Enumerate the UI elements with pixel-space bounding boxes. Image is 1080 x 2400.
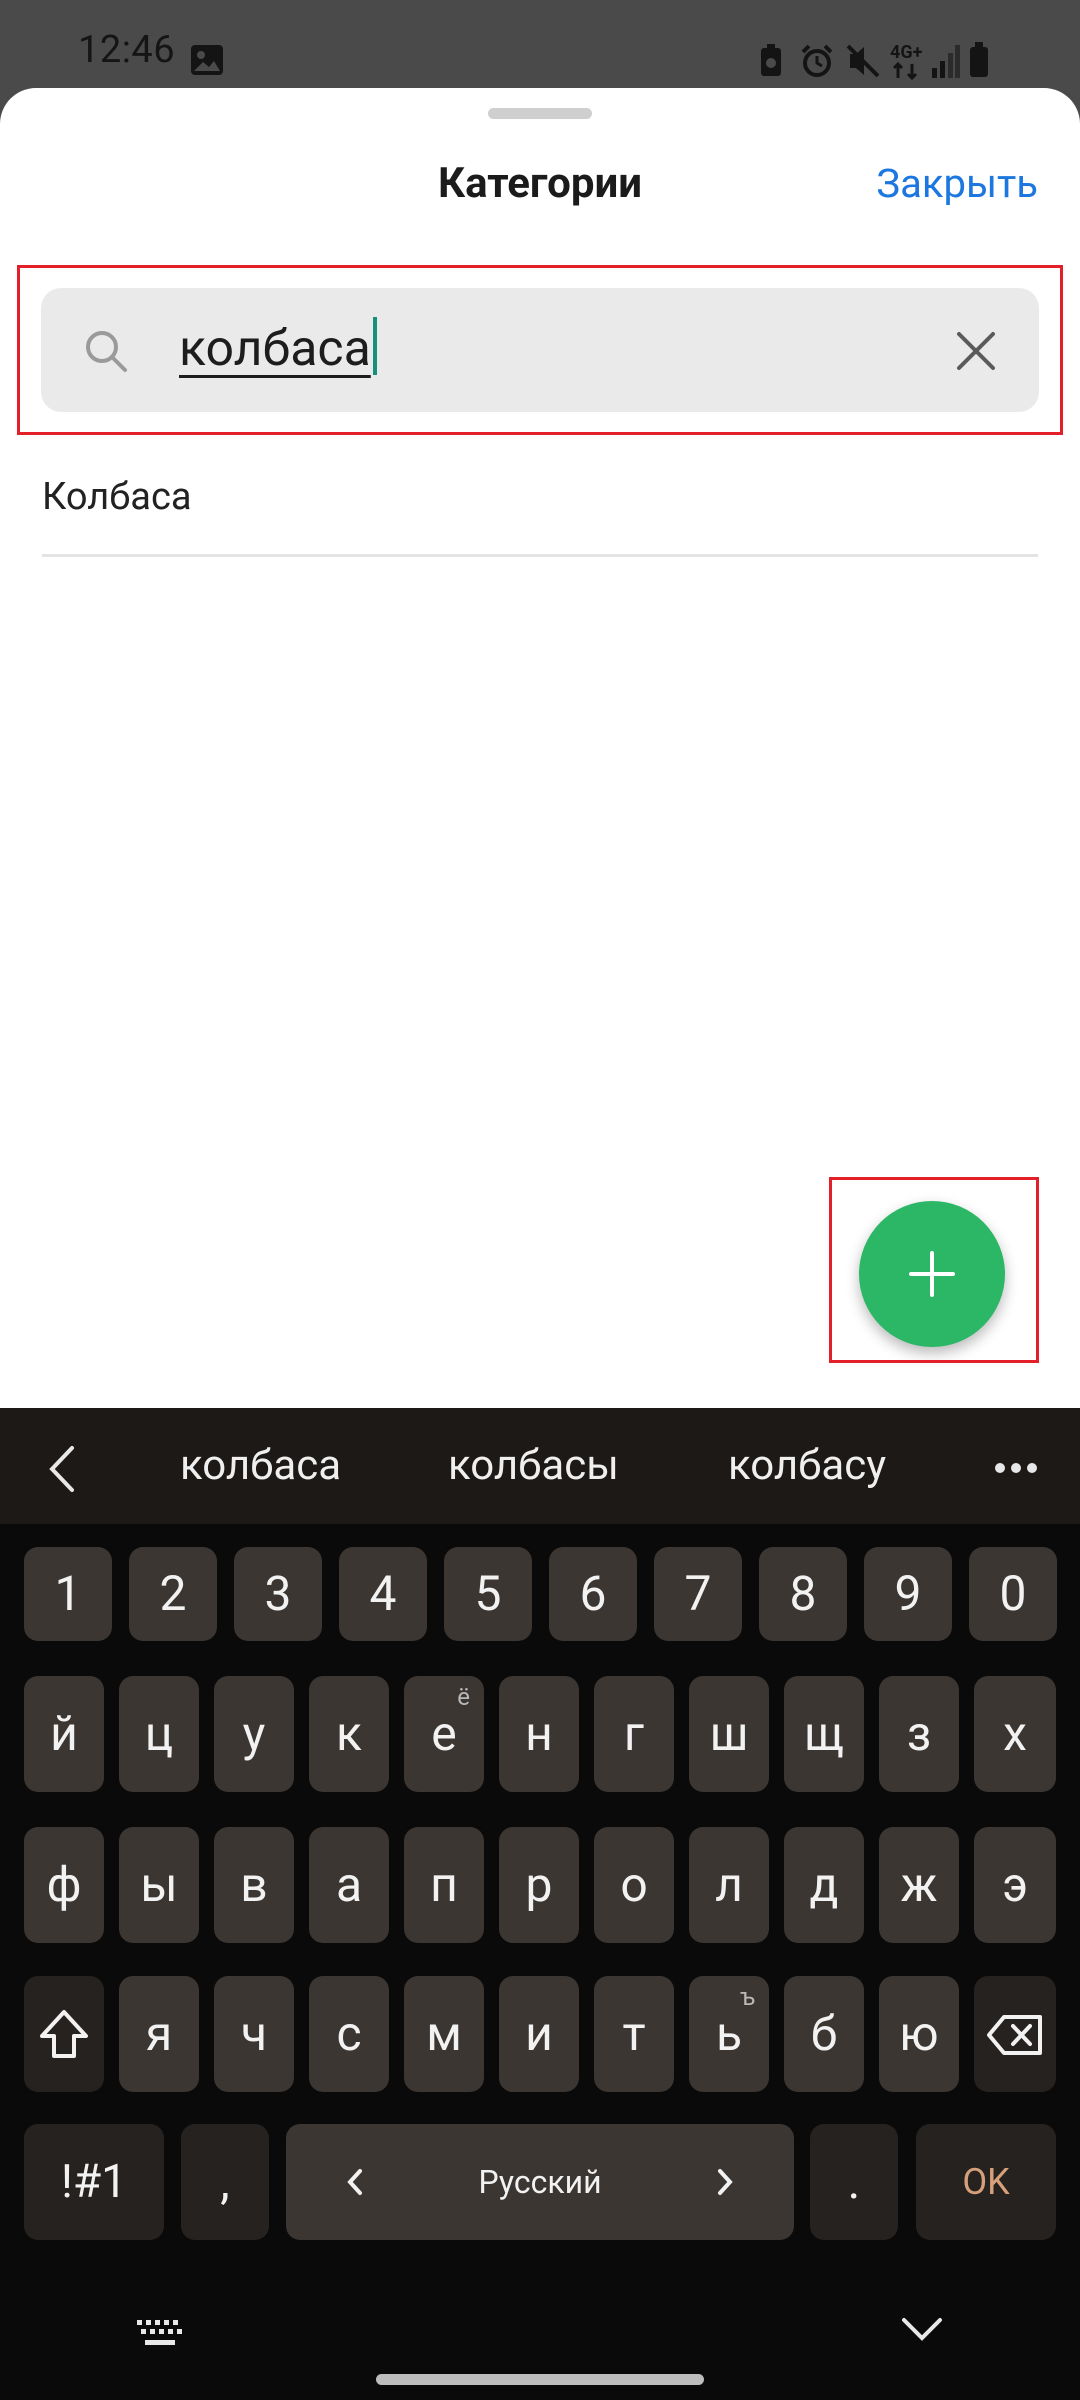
key-т[interactable]: т [594,1976,674,2092]
list-item[interactable]: Колбаса [42,473,1038,557]
key-л[interactable]: л [689,1827,769,1943]
list-item-label: Колбаса [42,475,192,519]
suggestion-2[interactable]: колбасы [448,1440,619,1492]
key-ц[interactable]: ц [119,1676,199,1792]
key-н[interactable]: н [499,1676,579,1792]
key-а[interactable]: а [309,1827,389,1943]
key-ь-alt-label: ъ [740,1983,755,2011]
shift-icon [40,2010,88,2058]
key-6[interactable]: 6 [549,1547,637,1641]
status-time: 12:46 [78,28,176,72]
comma-key[interactable]: , [181,2124,269,2240]
battery-saver-icon [761,44,781,76]
ok-key[interactable]: OK [916,2124,1056,2240]
key-х[interactable]: х [974,1676,1056,1792]
key-ь[interactable]: ь ъ [689,1976,769,2092]
status-bar: 12:46 4G+ [0,0,1080,88]
search-input-value: колбаса [179,320,371,378]
vibrate-off-icon [846,44,880,78]
close-button[interactable]: Закрыть [876,160,1038,208]
key-5[interactable]: 5 [444,1547,532,1641]
key-к[interactable]: к [309,1676,389,1792]
key-ю[interactable]: ю [879,1976,959,2092]
key-з[interactable]: з [879,1676,959,1792]
suggestion-bar: колбаса колбасы колбасу [0,1408,1080,1524]
key-ь-label: ь [715,2005,743,2062]
space-key-label: Русский [478,2163,602,2201]
key-о[interactable]: о [594,1827,674,1943]
key-е-label: е [431,1705,457,1762]
plus-icon [909,1251,955,1297]
status-icons: 4G+ [730,0,1080,88]
key-е[interactable]: е ё [404,1676,484,1792]
chevron-left-small-icon [347,2169,362,2195]
suggestion-1[interactable]: колбаса [180,1440,341,1492]
key-б[interactable]: б [784,1976,864,2092]
key-7[interactable]: 7 [654,1547,742,1641]
add-category-button[interactable] [859,1201,1005,1347]
key-в[interactable]: в [214,1827,294,1943]
key-и[interactable]: и [499,1976,579,2092]
chevron-down-icon[interactable] [900,2316,944,2344]
symbols-key[interactable]: !#1 [24,2124,164,2240]
key-9[interactable]: 9 [864,1547,952,1641]
key-ч[interactable]: ч [214,1976,294,2092]
search-icon [86,331,127,372]
more-icon[interactable] [994,1462,1038,1474]
key-ж[interactable]: ж [879,1827,959,1943]
key-э[interactable]: э [974,1827,1056,1943]
key-щ[interactable]: щ [784,1676,864,1792]
key-д[interactable]: д [784,1827,864,1943]
clear-icon[interactable] [953,328,999,374]
key-4[interactable]: 4 [339,1547,427,1641]
keyboard: колбаса колбасы колбасу 1 2 3 4 5 6 7 8 … [0,1408,1080,2400]
keyboard-icon[interactable] [135,2318,185,2348]
shift-key[interactable] [24,1976,104,2092]
battery-icon [970,42,988,77]
key-3[interactable]: 3 [234,1547,322,1641]
text-cursor [372,317,377,375]
search-field[interactable]: колбаса [41,288,1039,412]
backspace-icon [987,2015,1042,2055]
key-у[interactable]: у [214,1676,294,1792]
period-key[interactable]: . [810,2124,898,2240]
drag-handle[interactable] [488,108,592,119]
key-1[interactable]: 1 [24,1547,112,1641]
gallery-notification-icon [191,45,223,75]
data-arrows-icon [892,62,918,80]
gesture-bar[interactable] [376,2374,704,2385]
key-ы[interactable]: ы [119,1827,199,1943]
alarm-icon [801,44,833,77]
key-м[interactable]: м [404,1976,484,2092]
key-я[interactable]: я [119,1976,199,2092]
signal-icon [932,45,960,78]
suggestion-3[interactable]: колбасу [728,1440,886,1492]
key-0[interactable]: 0 [969,1547,1057,1641]
chevron-right-small-icon [718,2169,733,2195]
key-р[interactable]: р [499,1827,579,1943]
key-ш[interactable]: ш [689,1676,769,1792]
key-с[interactable]: с [309,1976,389,2092]
key-е-alt-label: ё [457,1683,470,1711]
key-8[interactable]: 8 [759,1547,847,1641]
search-input[interactable]: колбаса [179,312,377,386]
backspace-key[interactable] [974,1976,1056,2092]
space-key[interactable]: Русский [286,2124,794,2240]
chevron-left-icon[interactable] [44,1444,80,1494]
categories-sheet: Категории Закрыть колбаса Колбаса [0,88,1080,1408]
key-й[interactable]: й [24,1676,104,1792]
key-п[interactable]: п [404,1827,484,1943]
key-2[interactable]: 2 [129,1547,217,1641]
key-г[interactable]: г [594,1676,674,1792]
key-ф[interactable]: ф [24,1827,104,1943]
network-type-label: 4G+ [890,42,923,63]
